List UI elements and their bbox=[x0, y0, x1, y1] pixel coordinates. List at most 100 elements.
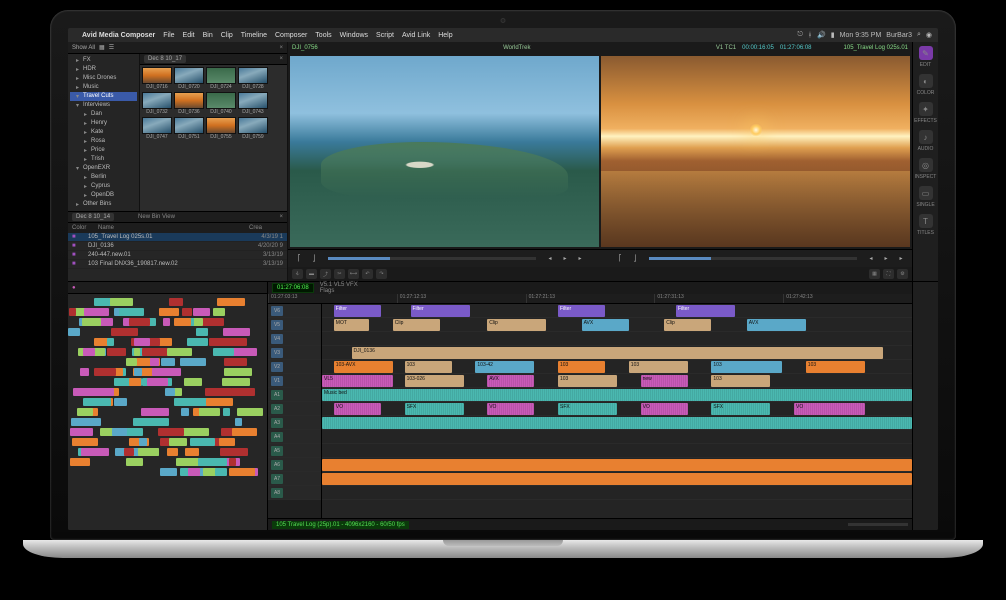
rec-step-fwd-icon[interactable]: ▸ bbox=[896, 254, 906, 264]
clip-thumbnail[interactable]: DJI_0747 bbox=[142, 117, 172, 140]
timeline-clip[interactable]: SFX bbox=[558, 403, 617, 415]
sequence-map-body[interactable] bbox=[68, 294, 267, 530]
timeline-clip[interactable]: SFX bbox=[711, 403, 770, 415]
folder-item[interactable]: Dan bbox=[70, 110, 137, 119]
settings-icon[interactable]: ⚙ bbox=[897, 269, 908, 279]
timeline-clip[interactable]: Filter bbox=[411, 305, 470, 317]
source-viewer[interactable] bbox=[290, 56, 599, 247]
timeline-clip[interactable]: Music bed bbox=[322, 389, 912, 401]
seqmap-clip[interactable] bbox=[231, 388, 255, 396]
seqmap-clip[interactable] bbox=[206, 398, 233, 406]
seqmap-clip[interactable] bbox=[81, 448, 105, 456]
seqmap-clip[interactable] bbox=[107, 348, 126, 356]
folder-item[interactable]: Cyprus bbox=[70, 182, 137, 191]
seqmap-clip[interactable] bbox=[213, 308, 226, 316]
timeline-clip[interactable]: VL5 bbox=[322, 375, 393, 387]
timeline-clip[interactable]: Clip bbox=[487, 319, 546, 331]
folder-item[interactable]: OpenDB bbox=[70, 191, 137, 200]
track-selector-A3[interactable]: A3 bbox=[268, 416, 321, 430]
seqmap-clip[interactable] bbox=[219, 438, 235, 446]
bin-view2-icon[interactable]: ☰ bbox=[109, 44, 114, 51]
redo-icon[interactable]: ↷ bbox=[376, 269, 387, 279]
folder-item[interactable]: Other Bins bbox=[70, 200, 137, 209]
new-bin-view[interactable]: New Bin View bbox=[138, 214, 175, 220]
timeline-clip[interactable]: Filter bbox=[676, 305, 735, 317]
seqmap-clip[interactable] bbox=[188, 468, 200, 476]
rec-play-icon[interactable]: ▸ bbox=[881, 254, 891, 264]
close-icon[interactable]: × bbox=[279, 214, 283, 220]
seqmap-clip[interactable] bbox=[83, 348, 95, 356]
clock[interactable]: Mon 9:35 PM bbox=[840, 32, 882, 39]
timeline-clip[interactable]: Filter bbox=[558, 305, 605, 317]
menu-windows[interactable]: Windows bbox=[340, 32, 368, 39]
timeline-clip[interactable]: VO bbox=[487, 403, 534, 415]
timeline-clip[interactable]: new bbox=[641, 375, 688, 387]
seqmap-clip[interactable] bbox=[69, 308, 77, 316]
workspace-color-button[interactable]: ◐COLOR bbox=[917, 74, 935, 96]
seqmap-clip[interactable] bbox=[187, 338, 208, 346]
clip-thumbnail[interactable]: DJI_0732 bbox=[142, 92, 172, 115]
seqmap-clip[interactable] bbox=[100, 428, 113, 436]
sequence-name[interactable]: 105 Travel Log (25p).01 - 4096x2160 - 60… bbox=[272, 521, 409, 529]
battery-icon[interactable]: ▮ bbox=[831, 31, 835, 39]
rec-mark-out-icon[interactable]: ⎦ bbox=[630, 254, 640, 264]
folder-item[interactable]: Berlin bbox=[70, 173, 137, 182]
zoom-slider[interactable] bbox=[848, 523, 908, 526]
splice-icon[interactable]: ⎀ bbox=[292, 269, 303, 279]
timeline-clip[interactable]: VO bbox=[641, 403, 688, 415]
seqmap-clip[interactable] bbox=[169, 298, 182, 306]
workspace-effects-button[interactable]: ✦EFFECTS bbox=[917, 102, 935, 124]
seqmap-clip[interactable] bbox=[196, 328, 208, 336]
track-selector-V6[interactable]: V6 bbox=[268, 304, 321, 318]
folder-item[interactable]: Rosa bbox=[70, 137, 137, 146]
seqmap-clip[interactable] bbox=[231, 348, 257, 356]
menu-avidlink[interactable]: Avid Link bbox=[402, 32, 430, 39]
play-icon[interactable]: ▸ bbox=[560, 254, 570, 264]
bin-list-tab[interactable]: Dec 8 10_14 bbox=[72, 213, 114, 221]
timeline-clip[interactable]: MOT bbox=[334, 319, 369, 331]
thumb-tab[interactable]: Dec 8 10_17 bbox=[144, 55, 186, 63]
folder-item[interactable]: Henry bbox=[70, 119, 137, 128]
timeline-clip[interactable] bbox=[322, 417, 912, 429]
workspace-edit-button[interactable]: ✎EDIT bbox=[917, 46, 935, 68]
folder-item[interactable]: Kate bbox=[70, 128, 137, 137]
rec-position-bar[interactable] bbox=[649, 257, 857, 260]
seqmap-clip[interactable] bbox=[84, 308, 109, 316]
seqmap-clip[interactable] bbox=[71, 418, 101, 426]
seqmap-clip[interactable] bbox=[223, 328, 250, 336]
timeline-clip[interactable]: AVX bbox=[747, 319, 806, 331]
mark-out-icon[interactable]: ⎦ bbox=[309, 254, 319, 264]
mark-in-icon[interactable]: ⎡ bbox=[294, 254, 304, 264]
seqmap-clip[interactable] bbox=[159, 308, 172, 316]
lift-icon[interactable]: ⤴ bbox=[320, 269, 331, 279]
folder-tree[interactable]: FXHDRMisc DronesMusicTravel CutsIntervie… bbox=[68, 54, 140, 211]
track-selector-A5[interactable]: A5 bbox=[268, 444, 321, 458]
siri-icon[interactable]: ◉ bbox=[926, 31, 932, 39]
folder-item[interactable]: OpenEXR bbox=[70, 164, 137, 173]
menu-file[interactable]: File bbox=[163, 32, 174, 39]
show-all-label[interactable]: Show All bbox=[72, 45, 95, 51]
workspace-name[interactable]: WorldTrek bbox=[503, 45, 530, 51]
extract-icon[interactable]: ✂ bbox=[334, 269, 345, 279]
seqmap-clip[interactable] bbox=[126, 358, 137, 366]
track-selector-A1[interactable]: A1 bbox=[268, 388, 321, 402]
seqmap-clip[interactable] bbox=[217, 298, 245, 306]
seqmap-clip[interactable] bbox=[213, 348, 234, 356]
seqmap-clip[interactable] bbox=[87, 388, 114, 396]
menu-script[interactable]: Script bbox=[376, 32, 394, 39]
seqmap-clip[interactable] bbox=[160, 468, 176, 476]
seqmap-clip[interactable] bbox=[215, 468, 227, 476]
timeline-clip[interactable] bbox=[322, 473, 912, 485]
folder-item[interactable]: Price bbox=[70, 146, 137, 155]
bin-row[interactable]: ■DJI_01364/20/20 9 bbox=[68, 242, 287, 251]
menu-clip[interactable]: Clip bbox=[221, 32, 233, 39]
src-position-bar[interactable] bbox=[328, 257, 536, 260]
trim-icon[interactable]: ⟷ bbox=[348, 269, 359, 279]
timeline-clip[interactable]: 103 bbox=[629, 361, 688, 373]
seqmap-clip[interactable] bbox=[163, 318, 170, 326]
wifi-icon[interactable]: ⎋ bbox=[797, 31, 803, 39]
bin-row[interactable]: ■105_Travel Log 025s.014/3/19 1 bbox=[68, 233, 287, 242]
seqmap-clip[interactable] bbox=[237, 408, 263, 416]
workspace-audio-button[interactable]: ♪AUDIO bbox=[917, 130, 935, 152]
seqmap-clip[interactable] bbox=[235, 418, 241, 426]
